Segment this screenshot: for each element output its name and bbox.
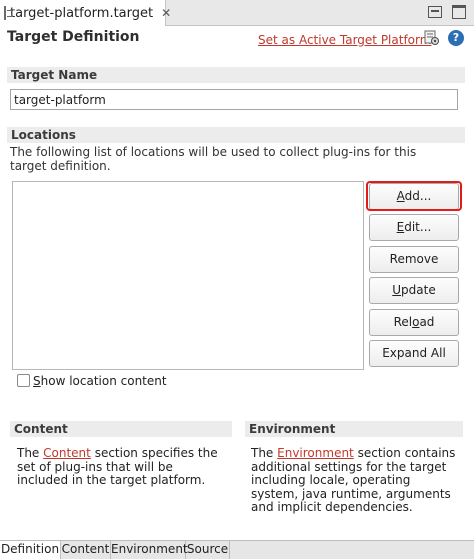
environment-section-header: Environment <box>245 421 463 437</box>
update-button-label: pdate <box>401 283 436 297</box>
environment-section-text: The Environment section contains additio… <box>251 446 461 515</box>
add-button-label: dd... <box>404 189 432 203</box>
content-section-text: The Content section specifies the set of… <box>17 446 227 488</box>
gear-icon[interactable] <box>424 30 440 46</box>
set-active-target-platform-link[interactable]: Set as Active Target Platform <box>258 33 431 47</box>
expand-all-button-label: Expand All <box>382 346 446 360</box>
environment-text-prefix: The <box>251 446 278 460</box>
show-location-content-label[interactable]: Show location content <box>33 374 167 388</box>
help-icon[interactable]: ? <box>448 30 464 46</box>
content-link[interactable]: Content <box>43 446 91 460</box>
add-button[interactable]: Add... <box>369 183 459 210</box>
editor-tab-bar: target-platform.target ✕ <box>0 0 474 26</box>
add-button-mnemonic: A <box>396 189 405 203</box>
content-section-header: Content <box>10 421 232 437</box>
tab-source[interactable]: Source <box>186 541 230 559</box>
target-name-input[interactable] <box>10 89 458 110</box>
content-text-prefix: The <box>17 446 44 460</box>
minimize-icon[interactable] <box>428 6 442 18</box>
expand-all-button[interactable]: Expand All <box>369 340 459 367</box>
close-icon[interactable]: ✕ <box>161 7 171 19</box>
reload-button-label: ad <box>419 315 435 329</box>
editor-tab-label: target-platform.target <box>10 5 154 21</box>
locations-description: The following list of locations will be … <box>10 145 417 173</box>
remove-button-label: Remove <box>389 252 439 266</box>
reload-button[interactable]: Reload <box>369 309 459 336</box>
maximize-icon[interactable] <box>452 5 466 19</box>
update-button-mnemonic: U <box>392 283 402 297</box>
target-name-section-header: Target Name <box>7 67 465 83</box>
editor-page-tabs: Definition Content Environment Source <box>0 540 474 559</box>
edit-button[interactable]: Edit... <box>369 214 459 241</box>
tab-environment[interactable]: Environment <box>111 541 188 559</box>
update-button[interactable]: Update <box>369 277 459 304</box>
locations-section-header: Locations <box>7 127 465 143</box>
environment-link[interactable]: Environment <box>277 446 354 460</box>
tab-definition[interactable]: Definition <box>0 541 61 559</box>
page-title: Target Definition <box>7 29 140 45</box>
reload-button-prefix: Rel <box>393 315 413 329</box>
locations-list[interactable] <box>12 181 364 370</box>
show-location-content-checkbox[interactable] <box>17 374 30 387</box>
remove-button[interactable]: Remove <box>369 246 459 273</box>
editor-tab-target-platform[interactable]: target-platform.target ✕ <box>0 0 171 26</box>
show-location-content-text: how location content <box>40 374 167 388</box>
show-location-content-mnemonic: S <box>33 374 41 388</box>
target-file-icon <box>4 6 13 20</box>
edit-button-label: dit... <box>404 220 432 234</box>
tab-content[interactable]: Content <box>61 541 111 559</box>
